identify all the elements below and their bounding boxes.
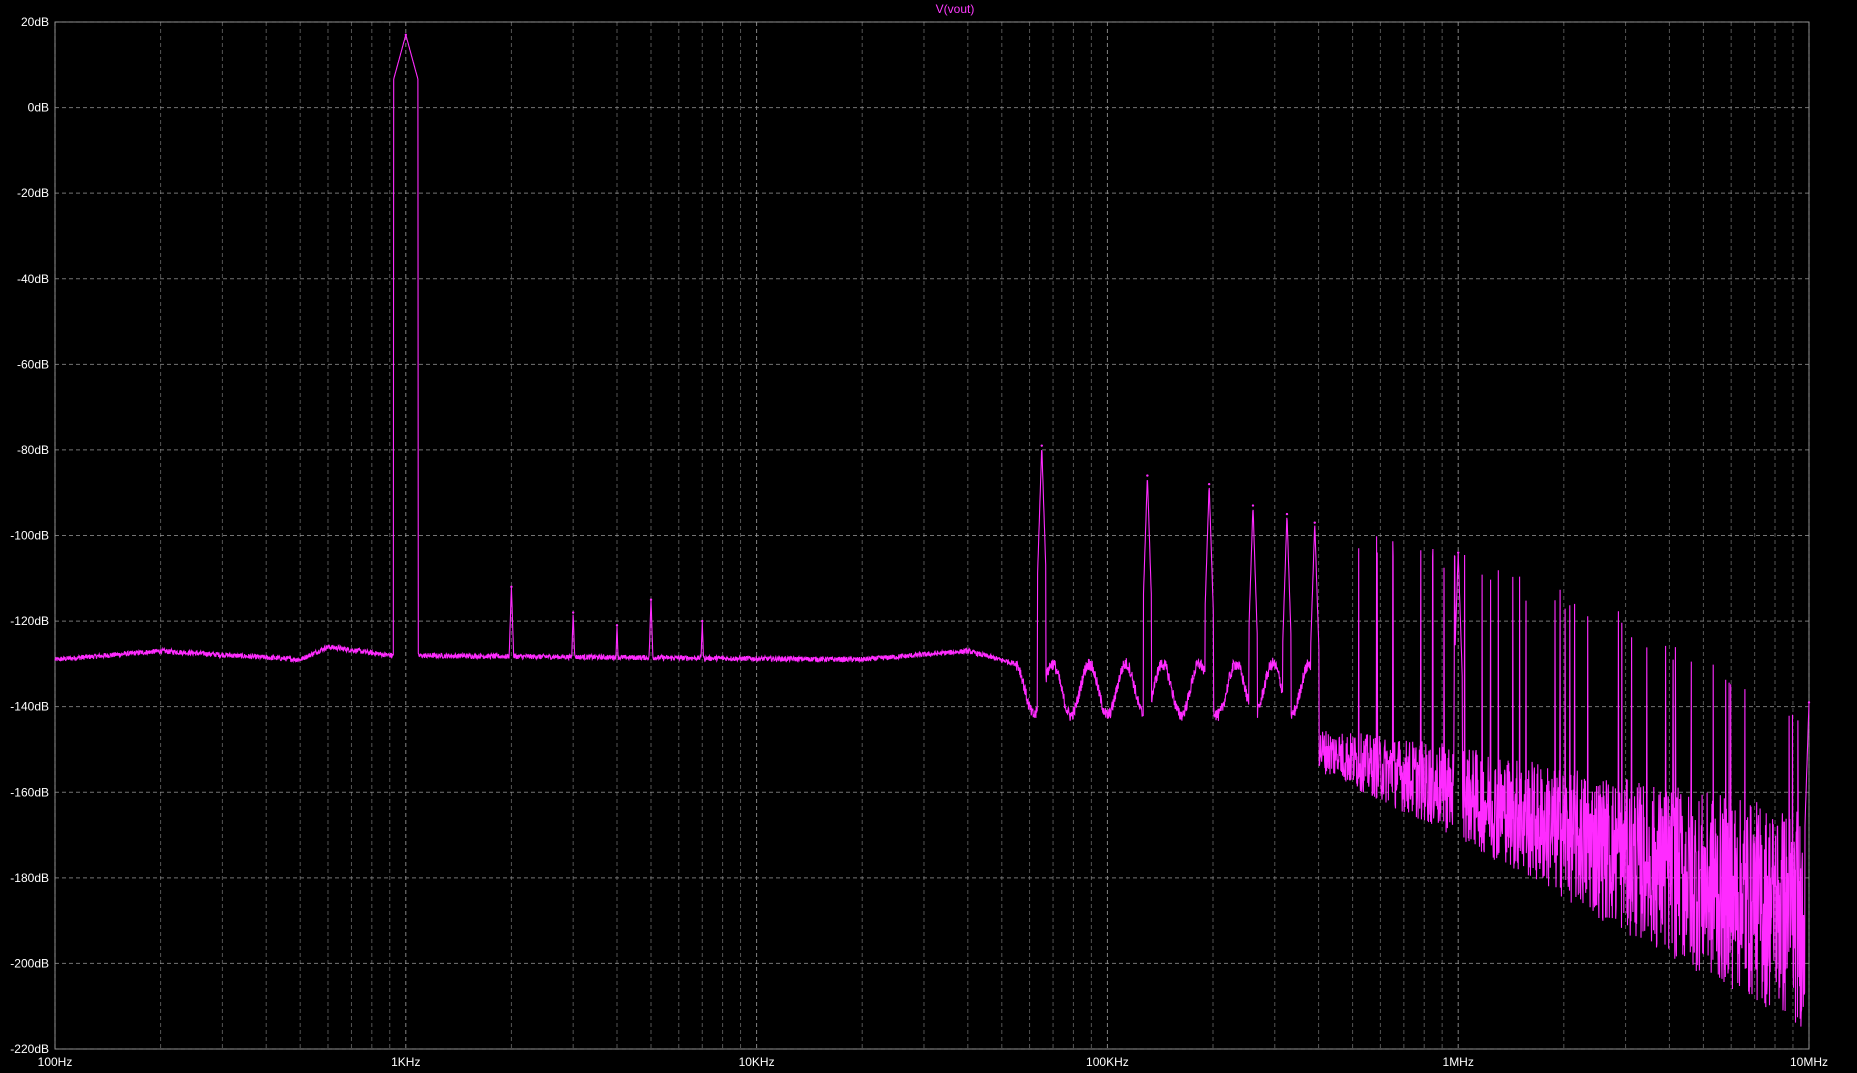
trace-peak-point xyxy=(510,585,513,589)
x-tick-label: 1MHz xyxy=(1443,1055,1474,1069)
plot-background xyxy=(0,0,1857,1073)
trace-peak-point xyxy=(1207,482,1211,486)
plot-canvas: 20dB 0dB -20dB -40dB -60dB -80dB -100dB -120dB -… xyxy=(0,0,1857,1073)
x-tick-label: 10MHz xyxy=(1790,1055,1828,1069)
y-tick-label: -140dB xyxy=(10,700,49,714)
trace-peak-point xyxy=(571,611,575,614)
y-tick-label: 0dB xyxy=(28,101,49,115)
y-tick-label: -80dB xyxy=(17,443,49,457)
y-tick-label: -60dB xyxy=(17,357,49,371)
y-tick-label: -160dB xyxy=(10,785,49,799)
y-tick-label: -40dB xyxy=(17,272,49,286)
trace-peak-point xyxy=(649,598,653,601)
x-tick-label: 1KHz xyxy=(391,1055,420,1069)
trace-peak-point xyxy=(701,619,704,623)
y-tick-label: -20dB xyxy=(17,186,49,200)
trace-title[interactable]: V(vout) xyxy=(936,2,975,16)
trace-peak-point xyxy=(1251,504,1255,507)
trace-peak-point xyxy=(404,33,407,37)
trace-peak-point xyxy=(615,624,619,627)
y-tick-label: -180dB xyxy=(10,871,49,885)
trace-peak-point xyxy=(1146,474,1149,477)
spectrum-plot: 20dB 0dB -20dB -40dB -60dB -80dB -100dB -120dB -… xyxy=(0,0,1857,1073)
x-tick-label: 100Hz xyxy=(38,1055,73,1069)
trace-peak-point xyxy=(1285,512,1289,516)
trace-peak-point xyxy=(1457,551,1460,554)
x-tick-label: 100KHz xyxy=(1086,1055,1129,1069)
trace-peak-point xyxy=(1807,701,1811,704)
y-tick-label: -220dB xyxy=(10,1042,49,1056)
y-tick-label: 20dB xyxy=(21,15,49,29)
trace-peak-point xyxy=(1313,521,1316,524)
y-tick-label: -120dB xyxy=(10,614,49,628)
y-tick-label: -200dB xyxy=(10,956,49,970)
y-tick-label: -100dB xyxy=(10,529,49,543)
x-tick-label: 10KHz xyxy=(739,1055,775,1069)
trace-peak-point xyxy=(1040,444,1043,447)
